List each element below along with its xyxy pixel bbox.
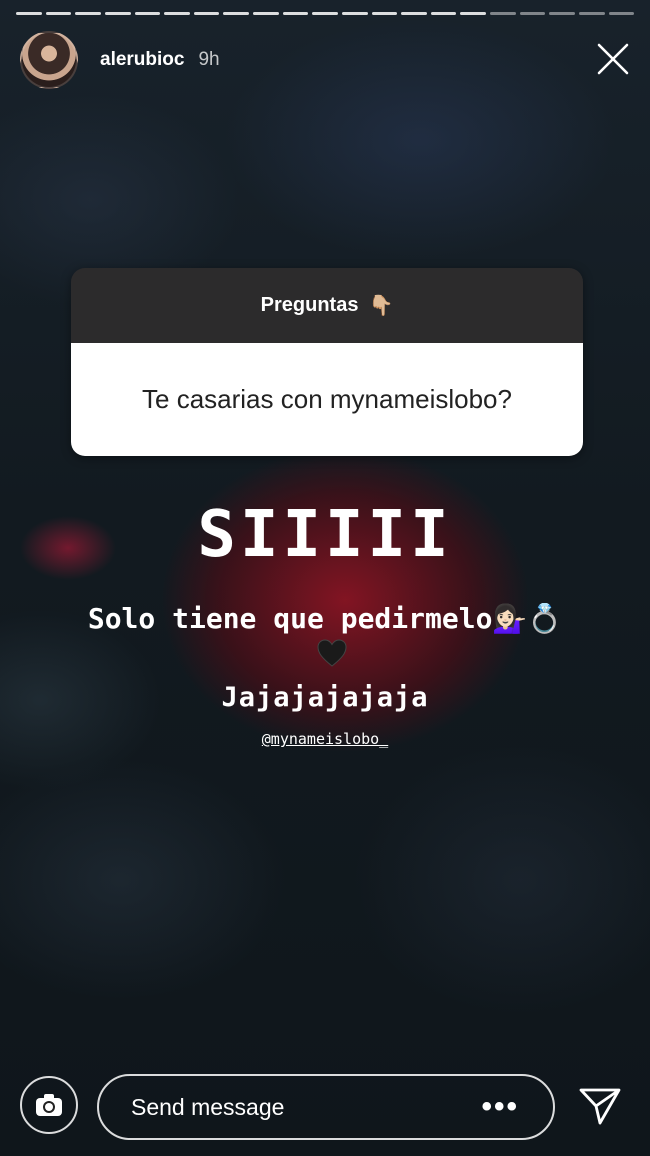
more-options-icon[interactable]: ••• [481, 1092, 519, 1122]
question-sticker[interactable]: Preguntas 👇🏼 Te casarias con mynameislob… [71, 268, 583, 456]
progress-segment [490, 12, 516, 15]
progress-segment [45, 12, 72, 15]
progress-segment [134, 12, 161, 15]
pointing-down-emoji: 👇🏼 [368, 295, 394, 317]
progress-segment [223, 12, 249, 15]
progress-segment [519, 12, 546, 15]
story-header: alerubioc 9h [20, 30, 634, 90]
camera-icon [36, 1094, 62, 1116]
story-text-line: Solo tiene que pedirmelo💁🏻‍♀️💍 [87, 602, 563, 635]
progress-segment [578, 12, 605, 15]
story-timestamp: 9h [198, 49, 220, 70]
story-progress-bar [16, 12, 635, 16]
username[interactable]: alerubioc [100, 49, 184, 71]
progress-segment [371, 12, 398, 15]
story-background [0, 0, 650, 1156]
progress-segment [608, 12, 635, 15]
progress-segment [193, 12, 220, 15]
progress-segment [460, 12, 486, 15]
question-sticker-header: Preguntas 👇🏼 [71, 268, 583, 343]
story-text-laugh: Jajajajajaja [221, 682, 429, 713]
question-text: Te casarias con mynameislobo? [71, 343, 583, 456]
reply-bar: Send message ••• [0, 1070, 650, 1146]
progress-segment [401, 12, 427, 15]
avatar[interactable] [20, 31, 78, 89]
black-heart-icon [316, 638, 348, 668]
progress-segment [16, 12, 42, 15]
progress-segment [312, 12, 338, 15]
close-icon[interactable] [596, 42, 630, 76]
progress-segment [164, 12, 190, 15]
camera-button[interactable] [20, 1076, 78, 1134]
progress-segment [430, 12, 457, 15]
progress-segment [549, 12, 575, 15]
story-headline: SIIIII [197, 498, 453, 572]
progress-segment [341, 12, 368, 15]
mention-sticker[interactable]: @mynameislobo_ [0, 730, 650, 748]
progress-segment [253, 12, 279, 15]
progress-segment [104, 12, 131, 15]
progress-segment [75, 12, 101, 15]
mention-text[interactable]: @mynameislobo_ [262, 730, 388, 748]
progress-segment [282, 12, 309, 15]
send-icon[interactable] [578, 1086, 622, 1126]
question-sticker-title: Preguntas [260, 294, 359, 316]
send-message-placeholder: Send message [131, 1093, 285, 1120]
send-message-input[interactable]: Send message ••• [97, 1074, 555, 1140]
